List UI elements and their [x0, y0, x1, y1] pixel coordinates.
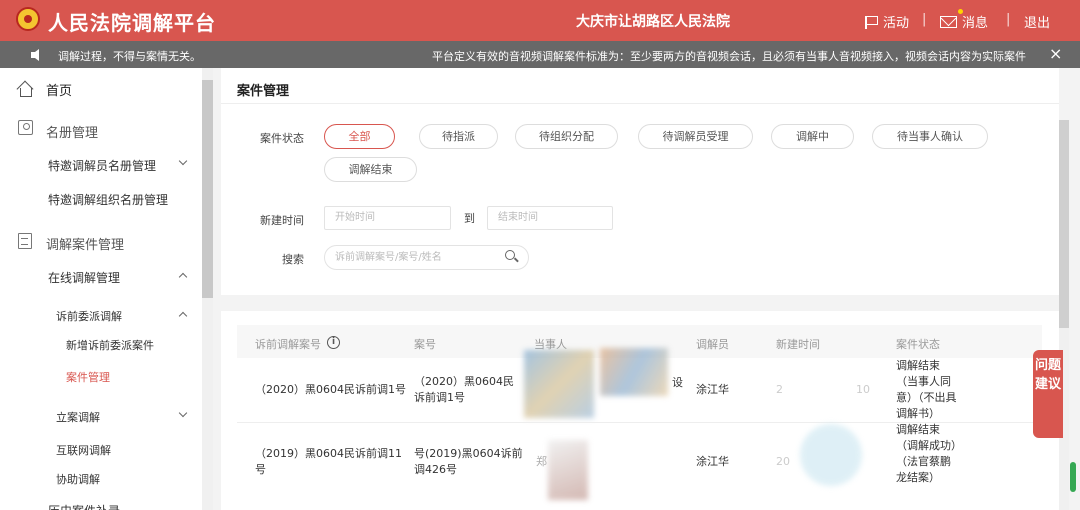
sidebar-item-internet[interactable]: 互联网调解 — [56, 442, 111, 458]
document-icon — [18, 233, 32, 249]
page-title: 案件管理 — [237, 84, 290, 99]
col-mediator: 调解员 — [696, 338, 729, 351]
sidebar-item-history[interactable]: 历史案件补录 — [48, 502, 120, 510]
messages-link[interactable]: 消息 — [940, 12, 988, 31]
notice-text-scroll: 平台定义有效的音视频调解案件标准为：至少要两方的音视频会话，且必须有当事人音视频… — [432, 50, 1026, 63]
redacted-party-1 — [524, 350, 594, 418]
sidebar-item-new-case[interactable]: 新增诉前委派案件 — [66, 337, 154, 353]
col-status: 案件状态 — [896, 338, 940, 351]
table-row-1-mediator: 涂江华 — [696, 383, 729, 396]
end-time-input[interactable]: 结束时间 — [487, 206, 613, 230]
table-row-2-party: 郑 — [536, 455, 547, 468]
search-input[interactable]: 诉前调解案号/案号/姓名 — [324, 245, 529, 270]
status-indicator — [1070, 462, 1076, 492]
sidebar-item-roster[interactable]: 名册管理 — [46, 122, 98, 141]
notice-bar: 调解过程，不得与案情无关。 平台定义有效的音视频调解案件标准为：至少要两方的音视… — [0, 41, 1080, 68]
sidebar-item-org-roster[interactable]: 特邀调解组织名册管理 — [48, 191, 168, 208]
status-option-mediating[interactable]: 调解中 — [771, 124, 854, 149]
activity-link[interactable]: 活动 — [864, 12, 909, 31]
messages-label: 消息 — [962, 16, 989, 31]
table-row-1-created-b: 10 — [856, 383, 870, 396]
to-label: 到 — [464, 212, 475, 225]
col-created: 新建时间 — [776, 338, 820, 351]
status-option-pending-assign[interactable]: 待指派 — [419, 124, 498, 149]
table-row-1-status: 调解结束（当事人同意）（不出具调解书） — [896, 359, 957, 420]
app-title: 人民法院调解平台 — [48, 11, 216, 35]
col-pre-no: 诉前调解案号 — [255, 338, 321, 351]
main-scroll-thumb[interactable] — [1059, 120, 1069, 328]
sidebar-item-case-page[interactable]: 案件管理 — [66, 369, 110, 385]
table-row-2-created-a: 20 — [776, 455, 790, 468]
status-label: 案件状态 — [260, 132, 304, 145]
time-label: 新建时间 — [260, 214, 304, 227]
feedback-button[interactable]: 问题建议 — [1033, 350, 1063, 438]
table-row-2-pre-no[interactable]: （2019）黑0604民诉前调11号 — [255, 446, 405, 478]
activity-label: 活动 — [883, 16, 910, 31]
status-option-finished[interactable]: 调解结束 — [324, 157, 417, 182]
sidebar-item-mediator-roster[interactable]: 特邀调解员名册管理 — [48, 157, 156, 174]
table-row-2-case-no: 号(2019)黑0604诉前调426号 — [414, 447, 523, 476]
notification-dot — [958, 9, 963, 14]
status-option-all[interactable]: 全部 — [324, 124, 395, 149]
table-row-1-pre-no[interactable]: （2020）黑0604民诉前调1号 — [255, 382, 406, 398]
info-icon[interactable]: i — [327, 336, 340, 349]
header-separator: | — [922, 12, 927, 27]
redacted-party-2 — [548, 440, 588, 500]
col-case-no: 案号 — [414, 338, 436, 351]
sidebar-item-case-mgmt[interactable]: 调解案件管理 — [46, 234, 124, 253]
search-icon[interactable] — [505, 250, 515, 260]
sidebar-item-pre-litigation[interactable]: 诉前委派调解 — [56, 308, 122, 324]
section-gap — [221, 295, 1059, 311]
user-icon — [18, 120, 33, 135]
header-separator: | — [1006, 12, 1011, 27]
table-row-2-status: 调解结束（调解成功）（法官蔡鹏龙结案） — [896, 423, 957, 484]
speaker-icon — [31, 49, 39, 61]
court-name: 大庆市让胡路区人民法院 — [576, 14, 730, 30]
sidebar-scroll-thumb[interactable] — [202, 80, 213, 298]
emblem-icon — [16, 7, 40, 31]
table-row-1-party-tail: 设 — [672, 376, 683, 389]
table-row-1-created-a: 2 — [776, 383, 783, 396]
status-option-pending-party[interactable]: 待当事人确认 — [872, 124, 988, 149]
logout-link[interactable]: 退出 — [1024, 12, 1050, 31]
redacted-party-1b — [600, 348, 668, 396]
sidebar-item-online[interactable]: 在线调解管理 — [48, 269, 120, 286]
table-row-2-mediator: 涂江华 — [696, 455, 729, 468]
start-time-input[interactable]: 开始时间 — [324, 206, 451, 230]
flag-icon — [864, 15, 878, 29]
close-icon[interactable]: × — [1049, 44, 1062, 63]
status-option-pending-org[interactable]: 待组织分配 — [515, 124, 618, 149]
divider — [221, 103, 1059, 104]
table-row-1-case-no: （2020）黑0604民诉前调1号 — [414, 375, 514, 404]
search-label: 搜索 — [282, 253, 304, 266]
redacted-created-2 — [800, 424, 862, 486]
sidebar-item-filing[interactable]: 立案调解 — [56, 409, 100, 425]
sidebar-item-home[interactable]: 首页 — [46, 80, 72, 99]
sidebar-item-assist[interactable]: 协助调解 — [56, 471, 100, 487]
status-option-pending-mediator[interactable]: 待调解员受理 — [638, 124, 753, 149]
home-icon — [17, 81, 33, 97]
notice-text-left: 调解过程，不得与案情无关。 — [58, 50, 201, 63]
mail-icon — [940, 15, 957, 28]
top-header: 人民法院调解平台 大庆市让胡路区人民法院 活动 | 消息 | 退出 — [0, 0, 1080, 41]
